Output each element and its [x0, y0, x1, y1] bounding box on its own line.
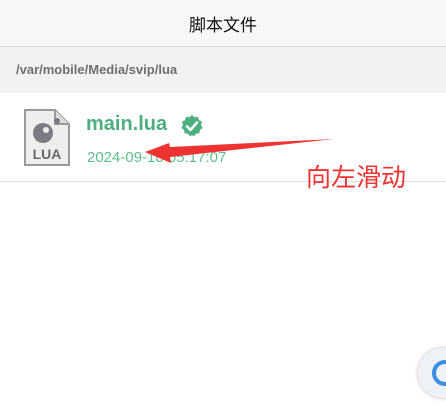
lua-icon-label: LUA: [33, 146, 62, 162]
page-title: 脚本文件: [189, 15, 257, 36]
assistive-ring-icon: [432, 360, 446, 386]
file-name: main.lua: [86, 113, 168, 135]
nav-bar: 脚本文件: [0, 0, 446, 47]
swipe-hint-label: 向左滑动: [306, 163, 407, 192]
lua-file-icon: LUA: [24, 109, 70, 166]
current-path: /var/mobile/Media/svip/lua: [16, 62, 178, 77]
file-modified-date: 2024-09-18 05:17:07: [87, 149, 227, 166]
assistive-touch-button[interactable]: [418, 348, 446, 398]
path-header: /var/mobile/Media/svip/lua: [0, 47, 446, 93]
verified-badge-icon: [181, 115, 203, 137]
